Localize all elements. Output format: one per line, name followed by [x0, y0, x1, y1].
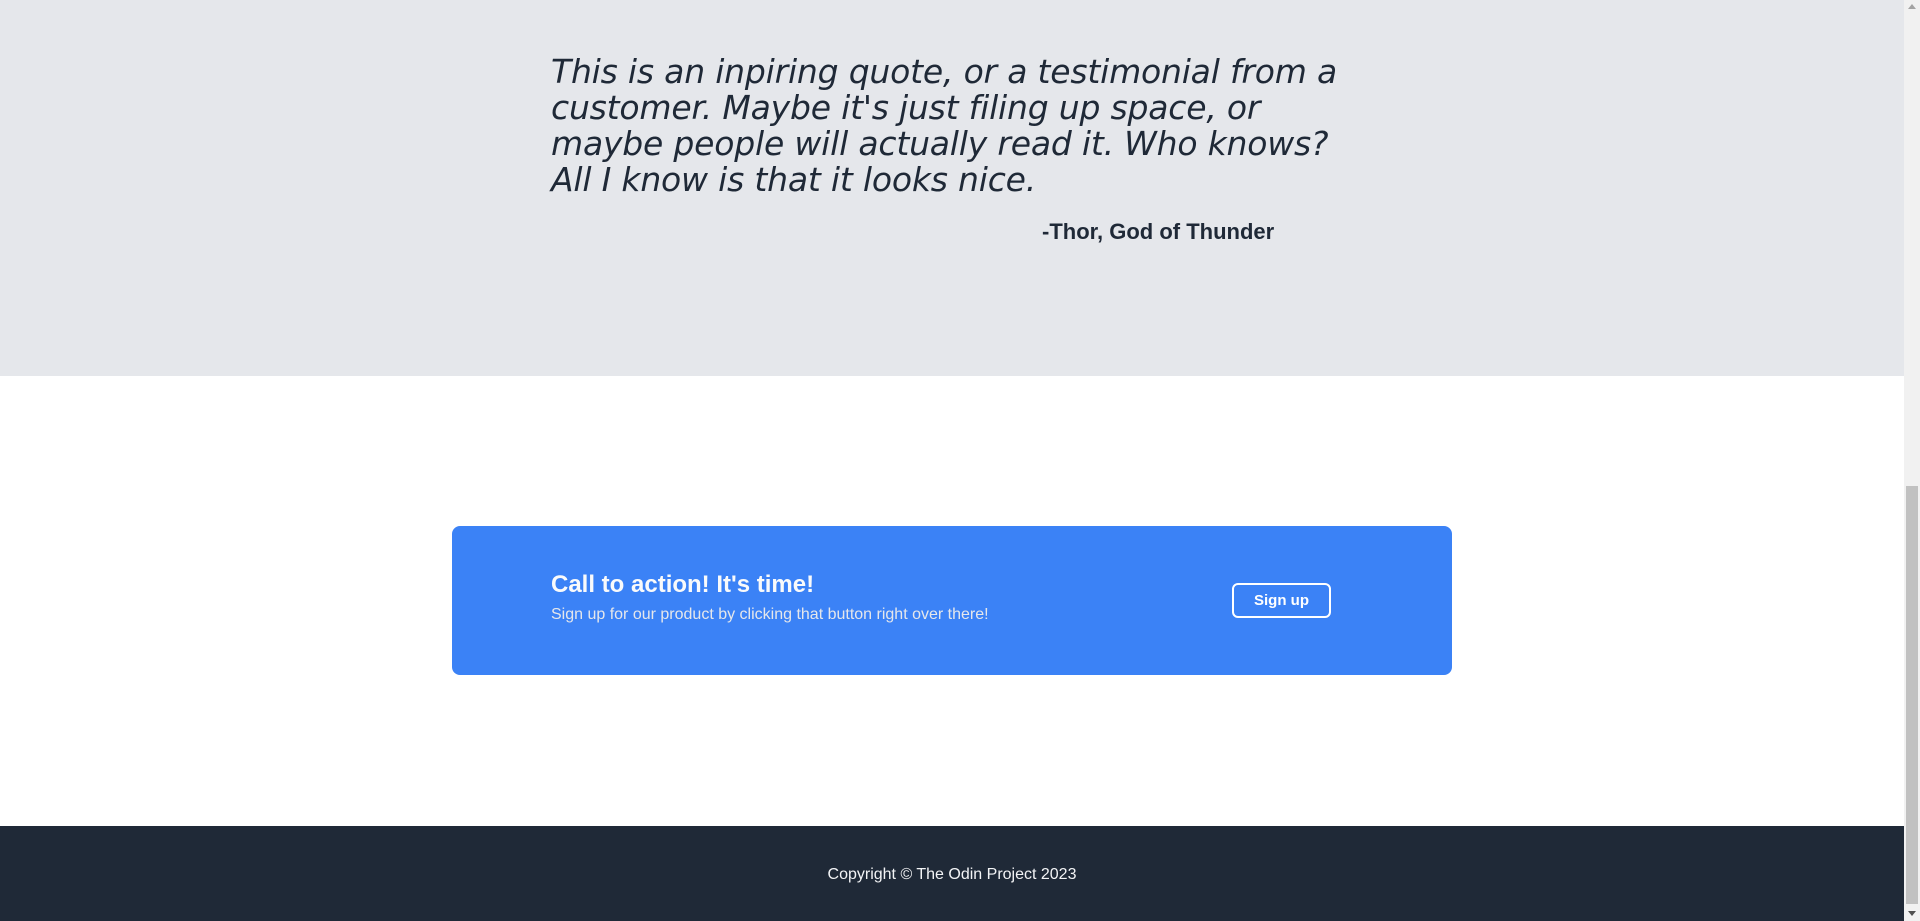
chevron-up-icon[interactable]	[1908, 4, 1916, 9]
chevron-down-icon[interactable]	[1908, 911, 1916, 916]
quote-author: -Thor, God of Thunder	[1042, 219, 1275, 244]
vertical-scrollbar[interactable]	[1904, 0, 1920, 921]
page-content: This is an inpiring quote, or a testimon…	[0, 0, 1904, 921]
cta-subtitle: Sign up for our product by clicking that…	[551, 606, 989, 623]
sign-up-button[interactable]: Sign up	[1232, 583, 1331, 618]
footer: Copyright © The Odin Project 2023	[0, 826, 1904, 921]
quote-text: This is an inpiring quote, or a testimon…	[551, 52, 1337, 199]
scrollbar-thumb[interactable]	[1906, 486, 1918, 904]
footer-copyright: Copyright © The Odin Project 2023	[827, 866, 1077, 883]
cta-title: Call to action! It's time!	[551, 571, 815, 598]
page: This is an inpiring quote, or a testimon…	[0, 0, 1920, 921]
call-to-action-box: Call to action! It's time! Sign up for o…	[452, 526, 1452, 675]
quote-section: This is an inpiring quote, or a testimon…	[0, 0, 1904, 376]
